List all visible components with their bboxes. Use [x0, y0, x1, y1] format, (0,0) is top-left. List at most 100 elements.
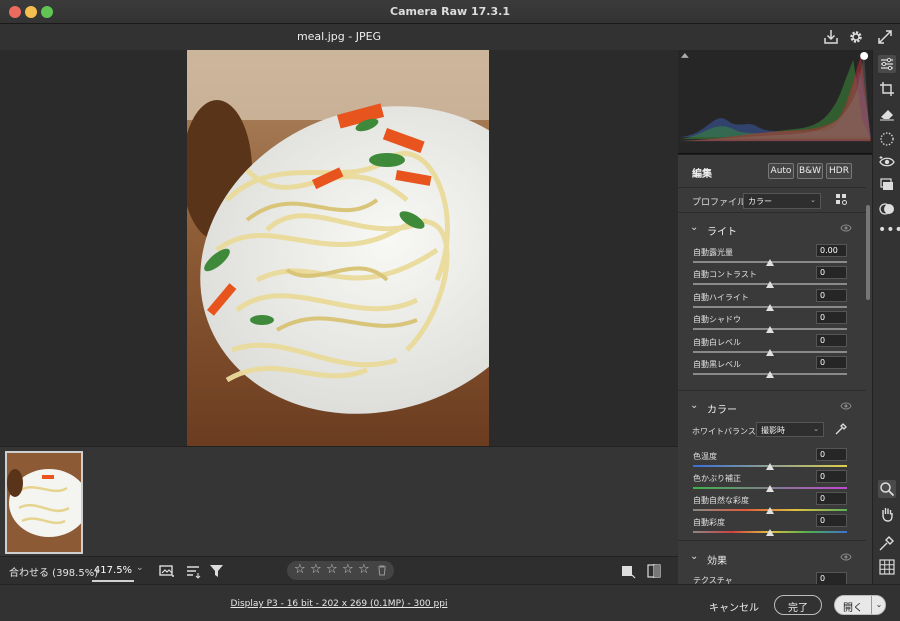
trash-icon[interactable] [377, 565, 387, 576]
convert-save-options-icon[interactable] [620, 563, 636, 579]
slider-handle[interactable] [766, 326, 774, 334]
slider-value-field[interactable]: 0 [816, 356, 847, 369]
visibility-eye-icon[interactable] [840, 223, 852, 233]
edit-panel: 編集 Auto B&W HDR プロファイル カラー ⌄ ⌄ ライト 自動露光量… [678, 155, 872, 584]
slider-handle[interactable] [766, 371, 774, 378]
done-button[interactable]: 完了 [774, 595, 822, 615]
slider-value-field[interactable]: 0 [816, 470, 847, 483]
color-sampler-icon[interactable] [878, 534, 896, 552]
slider-value-field[interactable]: 0 [816, 266, 847, 280]
sort-icon[interactable] [185, 563, 201, 579]
white-balance-eyedropper-icon[interactable] [835, 423, 847, 435]
slider-row: 自動彩度 0 [678, 514, 866, 539]
slider-value-field[interactable]: 0 [816, 333, 847, 347]
file-header: meal.jpg - JPEG [0, 24, 900, 50]
slider-handle[interactable] [766, 303, 774, 311]
snapshots-icon[interactable] [878, 176, 896, 194]
tool-strip: ••• [872, 50, 900, 584]
star-icon[interactable]: ☆ [294, 562, 306, 577]
slider-value-field[interactable]: 0 [816, 572, 847, 584]
slider-value-field[interactable]: 0 [816, 311, 847, 325]
workflow-options-link[interactable]: Display P3 - 16 bit - 202 x 269 (0.1MP) … [0, 599, 678, 609]
crop-icon[interactable] [878, 80, 896, 98]
fullscreen-icon[interactable] [876, 28, 894, 46]
star-icon[interactable]: ☆ [326, 562, 338, 577]
profile-browser-icon[interactable] [836, 194, 848, 206]
slider-label: 色かぶり補正 [693, 474, 741, 483]
zoom-level-field[interactable]: 417.5% [92, 560, 134, 582]
panel-scrollbar[interactable] [866, 205, 870, 300]
filter-icon[interactable] [209, 563, 225, 579]
profile-label: プロファイル [692, 198, 747, 208]
edit-panel-title: 編集 [692, 169, 712, 180]
grid-overlay-icon[interactable] [878, 558, 896, 576]
image-canvas[interactable] [0, 50, 678, 446]
settings-gear-icon[interactable] [847, 28, 865, 46]
profile-row: プロファイル カラー ⌄ [678, 187, 866, 213]
status-bar: Display P3 - 16 bit - 202 x 269 (0.1MP) … [0, 584, 900, 621]
visibility-eye-icon[interactable] [840, 401, 852, 411]
view-toolbar: 合わせる (398.5%) 417.5% ⌄ ☆ ☆ ☆ ☆ ☆ [0, 556, 678, 584]
slider-value-field[interactable]: 0 [816, 448, 847, 461]
star-icon[interactable]: ☆ [310, 562, 322, 577]
chevron-down-icon: ⌄ [690, 551, 699, 562]
masking-icon[interactable] [878, 130, 896, 148]
white-balance-select[interactable]: 撮影時 ⌄ [756, 422, 824, 437]
light-section-title: ライト [707, 227, 737, 238]
star-icon[interactable]: ☆ [358, 562, 370, 577]
visibility-eye-icon[interactable] [840, 552, 852, 562]
slider-value-field[interactable]: 0 [816, 288, 847, 302]
histogram [678, 50, 872, 154]
slider-handle[interactable] [766, 348, 774, 356]
slider-value-field[interactable]: 0 [816, 492, 847, 505]
auto-button[interactable]: Auto [768, 163, 794, 179]
presets-icon[interactable] [878, 200, 896, 218]
slider-label: 自動露光量 [693, 248, 733, 257]
chevron-down-icon: ⌄ [810, 196, 816, 204]
slider-handle[interactable] [766, 463, 774, 470]
zoom-tool-icon[interactable] [878, 480, 896, 498]
light-section-header[interactable]: ⌄ ライト [678, 218, 866, 240]
star-icon[interactable]: ☆ [342, 562, 354, 577]
effects-section-header[interactable]: ⌄ 効果 [678, 547, 866, 569]
chevron-down-icon: ⌄ [813, 425, 819, 433]
white-balance-label: ホワイトバランス [692, 427, 756, 436]
hand-tool-icon[interactable] [878, 505, 896, 523]
white-balance-value: 撮影時 [761, 426, 785, 435]
save-image-icon[interactable] [822, 28, 840, 46]
more-options-icon[interactable]: ••• [878, 222, 900, 240]
slider-value-field[interactable]: 0 [816, 514, 847, 527]
cancel-button[interactable]: キャンセル [700, 596, 768, 616]
filmstrip-view-icon[interactable] [159, 563, 175, 579]
photo-preview [187, 50, 489, 446]
slider-handle[interactable] [766, 281, 774, 289]
slider-value-field[interactable]: 0.00 [816, 244, 847, 257]
bw-button[interactable]: B&W [797, 163, 823, 179]
edit-sliders-icon[interactable] [878, 55, 896, 73]
filmstrip [0, 446, 678, 556]
slider-label: 自動ハイライト [693, 292, 749, 302]
slider-row: テクスチャ 0 [678, 572, 866, 584]
slider-handle[interactable] [766, 529, 774, 536]
open-button-label: 開く [843, 603, 863, 614]
slider-label: 自動彩度 [693, 518, 725, 527]
window-title: Camera Raw 17.3.1 [390, 5, 510, 18]
open-dropdown-chevron-icon[interactable]: ⌄ [871, 596, 886, 614]
slider-handle[interactable] [766, 485, 774, 492]
eraser-icon[interactable] [878, 105, 896, 123]
profile-select[interactable]: カラー ⌄ [743, 193, 821, 209]
zoom-dropdown-icon[interactable]: ⌄ [136, 563, 144, 573]
slider-label: 自動自然な彩度 [693, 496, 749, 505]
color-section-header[interactable]: ⌄ カラー [678, 396, 866, 418]
filmstrip-thumbnail[interactable] [5, 451, 83, 554]
file-title: meal.jpg - JPEG [296, 30, 382, 43]
red-eye-icon[interactable] [878, 153, 896, 171]
star-rating[interactable]: ☆ ☆ ☆ ☆ ☆ [287, 561, 394, 580]
before-after-icon[interactable] [646, 563, 662, 579]
fit-zoom-option[interactable]: 合わせる (398.5%) [9, 564, 98, 579]
slider-handle[interactable] [766, 259, 774, 266]
slider-handle[interactable] [766, 507, 774, 514]
hdr-button[interactable]: HDR [826, 163, 852, 179]
slider-label: 自動シャドウ [693, 315, 741, 325]
open-button[interactable]: 開く ⌄ [834, 595, 886, 615]
